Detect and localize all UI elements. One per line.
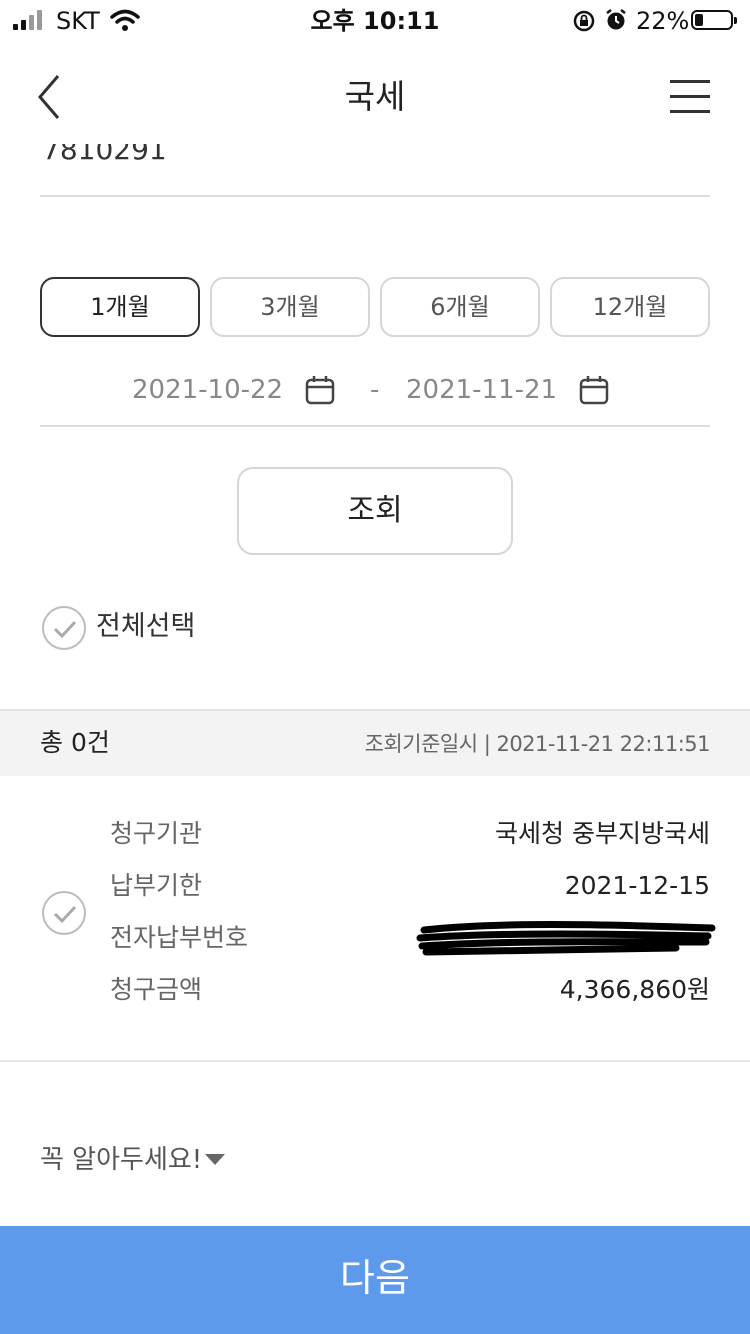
menu-button[interactable] [670, 78, 710, 114]
billing-agency-value: 국세청 중부지방국세 [495, 819, 710, 848]
query-button[interactable]: 조회 [237, 467, 513, 555]
battery-icon [691, 10, 737, 30]
select-all-label: 전체선택 [96, 611, 196, 642]
end-calendar-icon[interactable] [578, 374, 610, 410]
due-date-value: 2021-12-15 [564, 871, 710, 900]
notice-toggle[interactable]: 꼭 알아두세요! [40, 1140, 202, 1180]
billing-agency-label: 청구기관 [110, 819, 203, 848]
period-12month-button[interactable]: 12개월 [550, 277, 710, 337]
result-count: 총 0건 [40, 728, 110, 757]
alarm-icon [604, 8, 628, 36]
period-3month-button[interactable]: 3개월 [210, 277, 370, 337]
select-all-checkbox[interactable] [42, 606, 86, 650]
end-date-field[interactable]: 2021-11-21 [406, 370, 557, 410]
page-title: 국세 [344, 77, 406, 116]
date-range-underline [40, 425, 710, 427]
billed-amount-label: 청구금액 [110, 975, 203, 1004]
due-date-label: 납부기한 [110, 871, 203, 900]
payment-number-label: 전자납부번호 [110, 923, 249, 952]
start-calendar-icon[interactable] [304, 374, 336, 410]
period-1month-button[interactable]: 1개월 [40, 277, 200, 337]
query-timestamp: 조회기준일시 | 2021-11-21 22:11:51 [364, 732, 711, 756]
battery-percent: 22% [636, 7, 690, 35]
payment-number-redacted [416, 916, 716, 966]
record-checkbox[interactable] [42, 891, 86, 935]
date-separator: - [370, 375, 380, 405]
checkmark-icon [53, 620, 77, 639]
result-summary-bar: 총 0건 조회기준일시 | 2021-11-21 22:11:51 [0, 709, 750, 776]
next-button[interactable]: 다음 [0, 1226, 750, 1334]
checkmark-icon [53, 905, 77, 924]
billed-amount-value: 4,366,860원 [559, 975, 710, 1004]
start-date-field[interactable]: 2021-10-22 [132, 370, 283, 410]
record-divider [0, 1060, 750, 1062]
caret-down-icon[interactable] [205, 1154, 225, 1165]
period-6month-button[interactable]: 6개월 [380, 277, 540, 337]
rotation-lock-icon [573, 10, 595, 36]
account-field-underline [40, 195, 710, 197]
account-number-value: 7810291 [42, 133, 167, 160]
